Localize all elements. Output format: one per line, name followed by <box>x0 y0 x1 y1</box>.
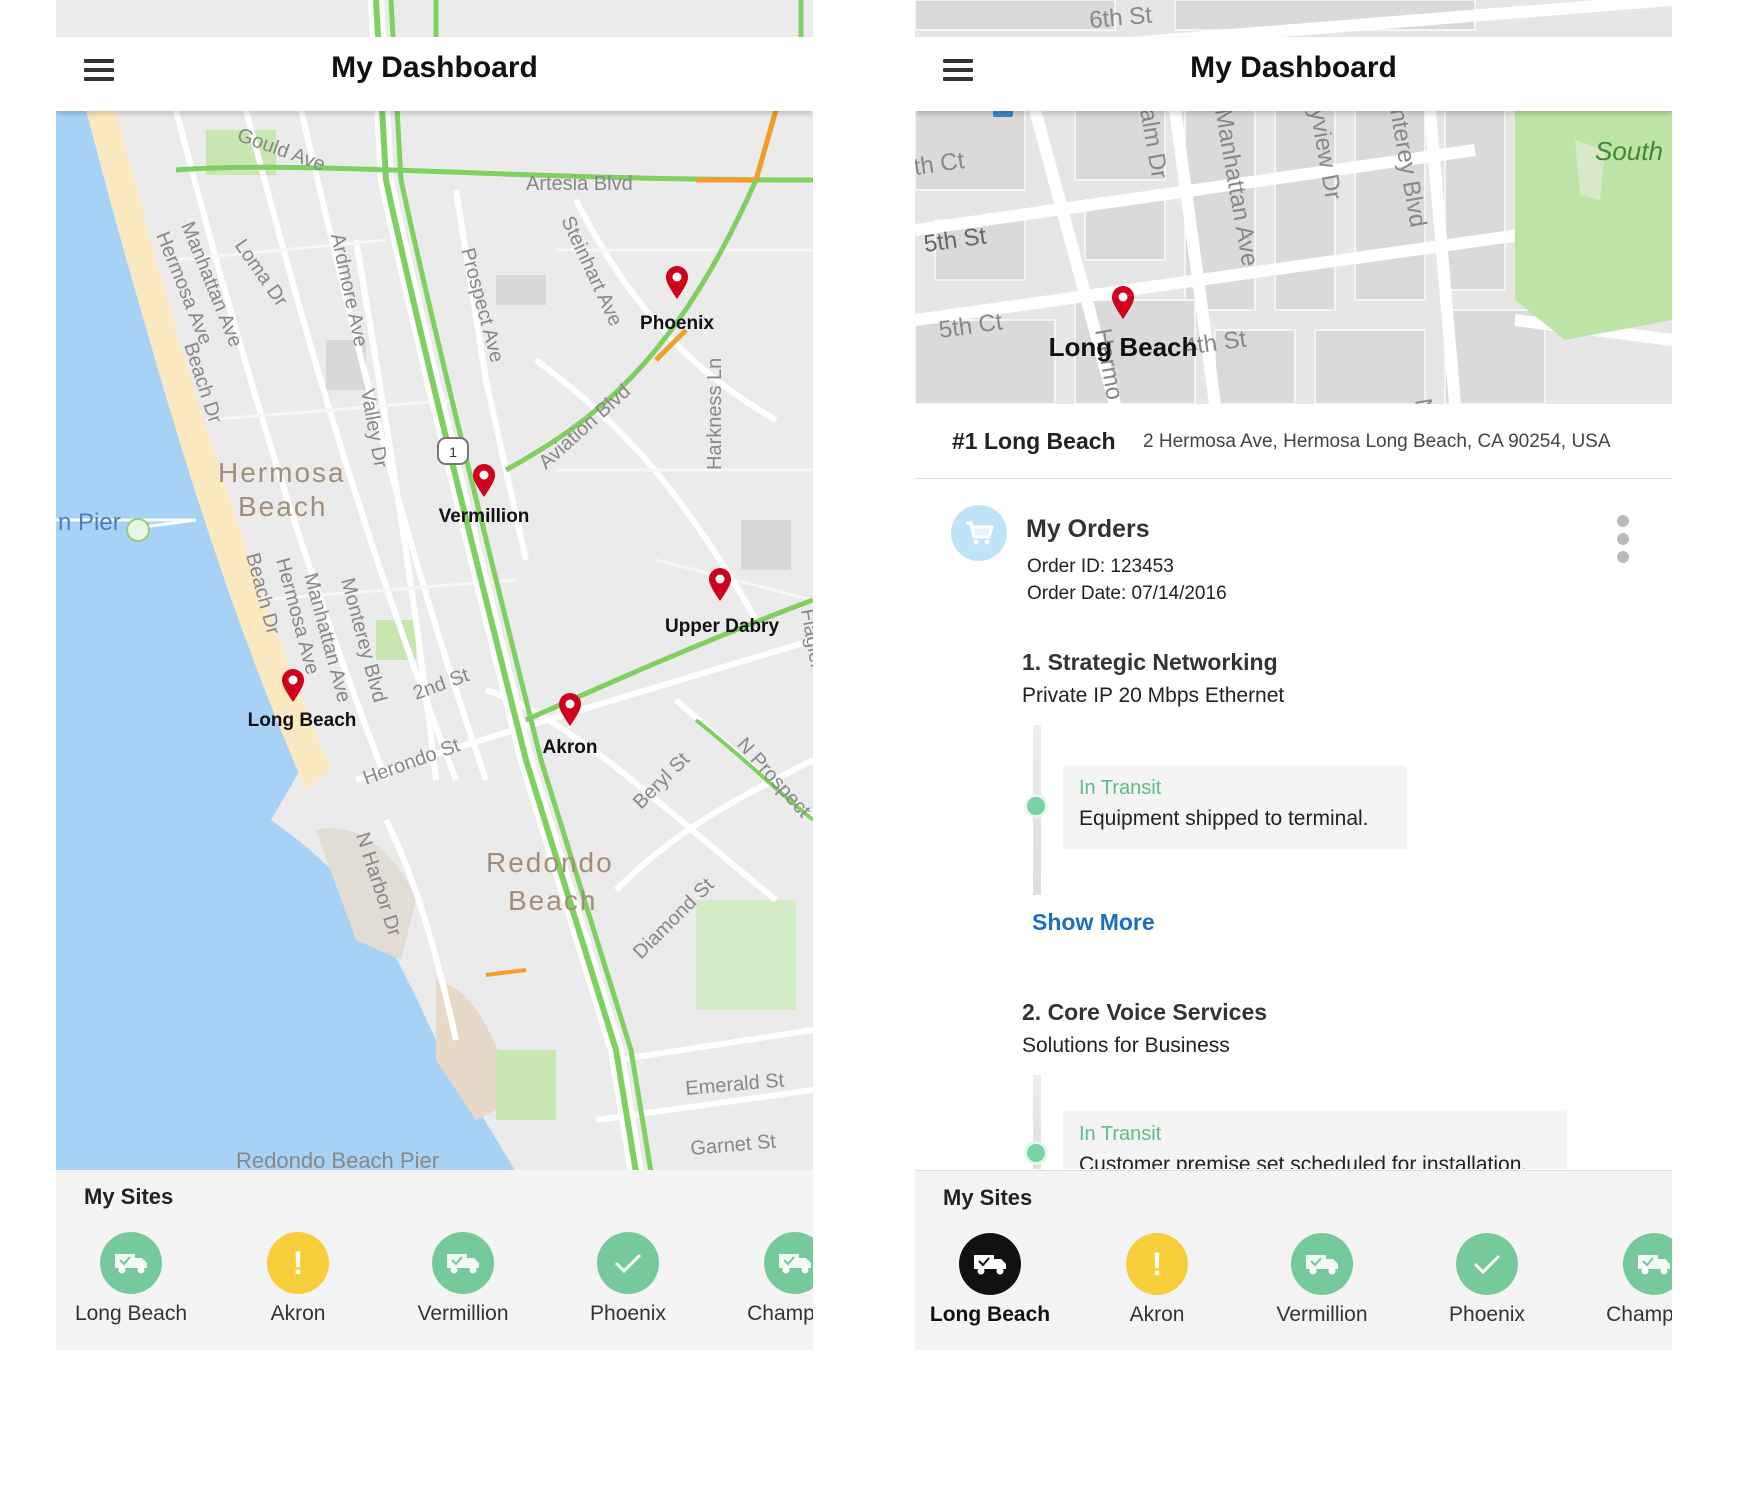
map-pin-label[interactable]: Akron <box>543 737 598 759</box>
svg-text:Hermosa: Hermosa <box>218 457 346 488</box>
page-title: My Dashboard <box>1190 51 1397 84</box>
svg-text:n Pier: n Pier <box>58 509 121 536</box>
site-label: Long Beach <box>74 1302 188 1325</box>
site-item-akron[interactable]: ! Akron <box>218 1232 378 1326</box>
map-pin-label[interactable]: Long Beach <box>1049 332 1198 363</box>
site-detail-screen: 6th St 5th St 5th Ct th Ct 4th St Manhat… <box>915 0 1672 1350</box>
dashboard-map-screen: 1 Gould Ave Artesia Blvd Steinhart Ave P… <box>56 0 813 1350</box>
svg-text:Beach: Beach <box>238 491 327 522</box>
map-pin-icon[interactable] <box>708 568 732 602</box>
site-item-champion[interactable]: Champion <box>1574 1233 1672 1327</box>
svg-text:Beach: Beach <box>508 885 597 916</box>
sites-map[interactable]: 1 Gould Ave Artesia Blvd Steinhart Ave P… <box>56 0 813 1172</box>
status-message: Customer premise set scheduled for insta… <box>1079 1153 1528 1169</box>
map-pin-label[interactable]: Vermillion <box>439 506 530 528</box>
site-label: Vermillion <box>1276 1303 1368 1326</box>
site-label: Champion <box>747 1302 813 1325</box>
truck-icon <box>432 1232 494 1294</box>
svg-text:Harkness Ln: Harkness Ln <box>704 358 726 470</box>
orders-title: My Orders <box>1026 515 1150 543</box>
site-label: Champion <box>1606 1303 1672 1326</box>
site-label: Long Beach <box>929 1303 1051 1326</box>
order-date: Order Date: 07/14/2016 <box>1027 583 1227 604</box>
map-pin-label[interactable]: Phoenix <box>640 313 714 335</box>
site-address: 2 Hermosa Ave, Hermosa Long Beach, CA 90… <box>1143 431 1611 452</box>
status-message: Equipment shipped to terminal. <box>1079 807 1369 830</box>
alert-icon: ! <box>1126 1233 1188 1295</box>
app-header: My Dashboard <box>915 37 1672 111</box>
status-card: In Transit Customer premise set schedule… <box>1063 1111 1567 1169</box>
sites-title: My Sites <box>84 1184 174 1209</box>
cart-icon <box>951 505 1007 561</box>
app-header: My Dashboard <box>56 37 813 111</box>
truck-icon <box>764 1232 813 1294</box>
truck-icon <box>1623 1233 1672 1295</box>
status-dot-icon <box>1024 794 1048 818</box>
site-item-vermillion[interactable]: Vermillion <box>1242 1233 1402 1327</box>
site-label: Akron <box>270 1302 326 1325</box>
site-item-champion[interactable]: Champion <box>715 1232 813 1326</box>
check-icon <box>597 1232 659 1294</box>
my-sites-panel: My Sites Long Beach ! Akron Vermillion P… <box>56 1170 813 1350</box>
truck-icon <box>959 1233 1021 1295</box>
map-pin-icon[interactable] <box>1111 286 1135 320</box>
truck-icon <box>1291 1233 1353 1295</box>
page-title: My Dashboard <box>331 51 538 84</box>
truck-icon <box>100 1232 162 1294</box>
site-label: Akron <box>1129 1303 1185 1326</box>
svg-text:Redondo Beach Pier: Redondo Beach Pier <box>236 1148 439 1172</box>
service-subtitle: Solutions for Business <box>1022 1034 1230 1057</box>
check-icon <box>1456 1233 1518 1295</box>
service-title: 1. Strategic Networking <box>1022 649 1278 675</box>
show-more-link[interactable]: Show More <box>1032 909 1155 936</box>
service-subtitle: Private IP 20 Mbps Ethernet <box>1022 684 1285 707</box>
site-item-akron[interactable]: ! Akron <box>1077 1233 1237 1327</box>
map-graphic: 1 Gould Ave Artesia Blvd Steinhart Ave P… <box>56 0 813 1172</box>
site-label: Phoenix <box>1449 1303 1525 1326</box>
site-item-phoenix[interactable]: Phoenix <box>548 1232 708 1326</box>
orders-panel: My Orders Order ID: 123453 Order Date: 0… <box>915 479 1672 1169</box>
site-item-vermillion[interactable]: Vermillion <box>383 1232 543 1326</box>
map-pin-label[interactable]: Upper Dabry <box>665 616 779 638</box>
site-name: #1 Long Beach <box>952 428 1116 454</box>
map-pin-label[interactable]: Long Beach <box>248 710 357 732</box>
my-sites-panel: My Sites Long Beach ! Akron Vermillion P… <box>915 1170 1672 1350</box>
sites-title: My Sites <box>943 1185 1033 1210</box>
svg-text:6th St: 6th St <box>1088 2 1153 34</box>
svg-text:South: South <box>1595 136 1663 166</box>
status-label: In Transit <box>1079 1123 1162 1145</box>
order-id: Order ID: 123453 <box>1027 556 1174 577</box>
alert-icon: ! <box>267 1232 329 1294</box>
site-item-long-beach[interactable]: Long Beach <box>56 1232 211 1326</box>
site-address-bar: #1 Long Beach 2 Hermosa Ave, Hermosa Lon… <box>915 404 1672 479</box>
map-pin-icon[interactable] <box>665 266 689 300</box>
svg-text:Artesia Blvd: Artesia Blvd <box>526 173 633 195</box>
map-pin-icon[interactable] <box>558 693 582 727</box>
site-label: Vermillion <box>417 1302 509 1325</box>
more-options-icon[interactable] <box>1615 515 1631 567</box>
service-title: 2. Core Voice Services <box>1022 999 1268 1025</box>
site-item-phoenix[interactable]: Phoenix <box>1407 1233 1567 1327</box>
svg-text:1: 1 <box>449 444 457 460</box>
svg-text:Redondo: Redondo <box>486 847 614 878</box>
status-dot-icon <box>1024 1141 1048 1165</box>
site-label: Phoenix <box>590 1302 666 1325</box>
map-pin-icon[interactable] <box>472 464 496 498</box>
status-label: In Transit <box>1079 777 1162 799</box>
site-item-long-beach[interactable]: Long Beach <box>915 1233 1070 1327</box>
status-card: In Transit Equipment shipped to terminal… <box>1063 765 1407 849</box>
map-pin-icon[interactable] <box>281 669 305 703</box>
